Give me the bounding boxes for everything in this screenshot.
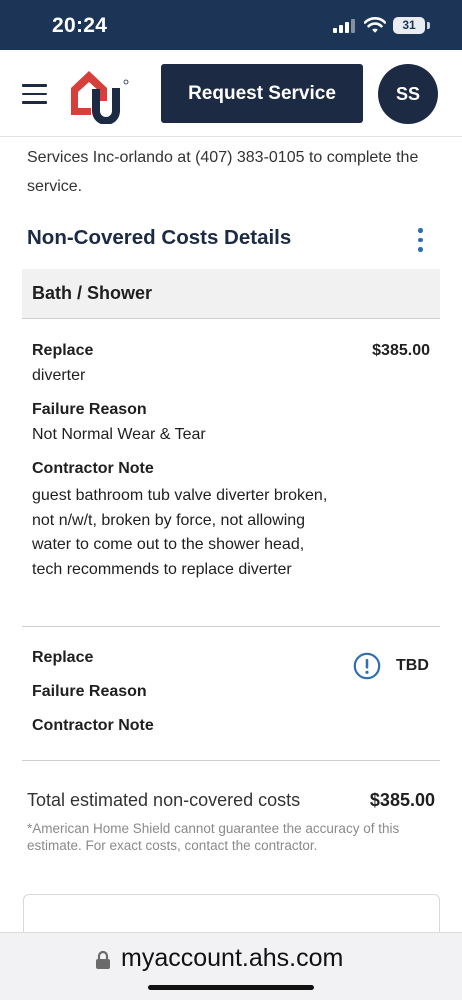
failure-reason-label: Failure Reason: [32, 683, 147, 700]
contractor-note-label: Contractor Note: [32, 460, 154, 477]
item-price-tbd: TBD: [396, 657, 429, 674]
home-indicator[interactable]: [148, 985, 314, 990]
status-bar: 20:24 31: [0, 0, 462, 50]
total-label: Total estimated non-covered costs: [27, 790, 301, 810]
item-divider: [22, 626, 440, 627]
section-title: Non-Covered Costs Details: [27, 226, 292, 249]
app-header: Request Service SS: [0, 50, 462, 137]
more-options-icon[interactable]: [412, 226, 428, 254]
alert-icon[interactable]: [353, 652, 381, 680]
menu-icon[interactable]: [22, 84, 47, 104]
item-part: diverter: [32, 367, 86, 384]
category-header: Bath / Shower: [22, 269, 440, 319]
ahs-logo[interactable]: [67, 64, 131, 124]
lock-icon: [96, 950, 110, 969]
intro-text: Services Inc-orlando at (407) 383-0105 t…: [27, 149, 419, 195]
item-divider: [22, 760, 440, 761]
contractor-note-label: Contractor Note: [32, 717, 154, 734]
total-amount: $385.00: [369, 790, 435, 810]
battery-icon: 31: [393, 17, 425, 34]
request-service-button[interactable]: Request Service: [161, 64, 363, 123]
battery-tip: [427, 22, 430, 29]
browser-url-bar[interactable]: myaccount.ahs.com: [0, 932, 462, 1000]
wifi-icon: [364, 17, 386, 33]
user-avatar[interactable]: SS: [378, 64, 438, 124]
failure-reason-label: Failure Reason: [32, 401, 147, 418]
contractor-note-value: guest bathroom tub valve diverter broken…: [32, 487, 328, 578]
disclaimer-text: *American Home Shield cannot guarantee t…: [27, 821, 400, 853]
item-price: $385.00: [372, 342, 430, 359]
url-text[interactable]: myaccount.ahs.com: [121, 944, 343, 973]
category-label: Bath / Shower: [32, 283, 153, 303]
cellular-signal-icon: [333, 19, 355, 33]
item-action-label: Replace: [32, 342, 94, 359]
item-action-label: Replace: [32, 649, 94, 666]
status-time: 20:24: [52, 14, 108, 37]
failure-reason-value: Not Normal Wear & Tear: [32, 426, 206, 443]
